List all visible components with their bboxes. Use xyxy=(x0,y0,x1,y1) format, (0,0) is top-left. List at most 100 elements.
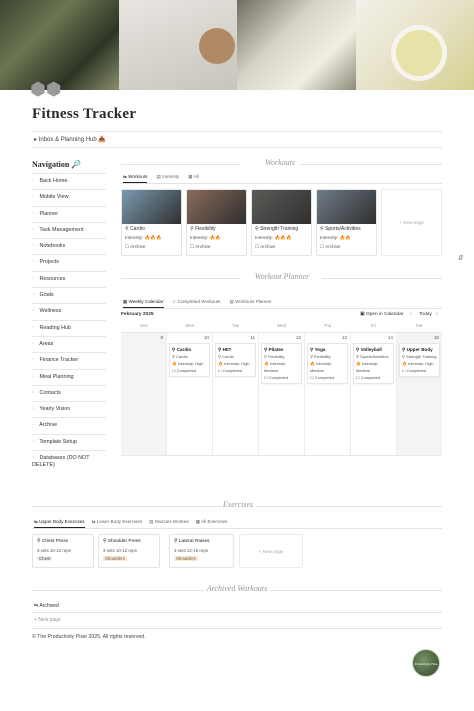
cover-image-desk xyxy=(118,0,237,90)
inbox-toggle[interactable]: ▸ Inbox & Planning Hub 📥 xyxy=(34,136,106,143)
workout-card-archive[interactable]: ☐ Archive xyxy=(190,244,243,250)
sidebar-item-finance-tracker[interactable]: ◦ Finance Tracker xyxy=(32,352,106,368)
sidebar-item-wellness[interactable]: ◦ Wellness xyxy=(32,303,106,319)
sidebar-item-label: Goals xyxy=(39,292,54,299)
event-status[interactable]: ☐ Completed xyxy=(218,367,253,374)
calendar-event[interactable]: ⚲ HIIT ⚲ Cardio 🔥 Intensity: High ☐ Complet… xyxy=(215,343,256,377)
new-exercise-button[interactable]: + New page xyxy=(239,534,303,568)
workout-card[interactable]: ⚲ Sports/Activities Intensity: 🔥🔥 ☐ Archiv… xyxy=(316,189,377,256)
exercise-card[interactable]: ⚲ Chest Press 3 sets 10-12 reps Chest xyxy=(32,534,94,568)
calendar-day[interactable]: 14 ⚲ Volleyball ⚲ Sports/Activities 🔥 Inten… xyxy=(351,333,397,455)
sidebar-item-planner[interactable]: ◦ Planner xyxy=(32,205,106,222)
event-name: ⚲ HIIT xyxy=(218,347,232,352)
sidebar-item-notebooks[interactable]: ◦ Notebooks xyxy=(32,238,106,254)
calendar-month: February 2025 xyxy=(121,312,154,317)
brand-badge[interactable]: Productivity Pixie xyxy=(412,649,440,677)
sidebar-item-contacts[interactable]: ◦ Contacts xyxy=(32,384,106,401)
box-icon: ◦ xyxy=(32,275,35,282)
archived-new-page-button[interactable]: + New page xyxy=(34,617,61,623)
sidebar-item-template-setup[interactable]: ◦ Template Setup xyxy=(32,433,106,450)
planner-heading: Workout Planner xyxy=(254,272,310,281)
calendar-event[interactable]: ⚲ Cardio ⚲ Cardio 🔥 Intensity: High ☐ Compl… xyxy=(169,343,210,377)
filter-icon[interactable]: ⇵ xyxy=(458,254,464,262)
sidebar-item-label: Yearly Vision xyxy=(39,406,71,413)
tab-intensity[interactable]: ▤ Intensity xyxy=(156,174,179,183)
event-status[interactable]: ☐ Completed xyxy=(402,367,437,374)
phone-icon: ◦ xyxy=(32,194,35,201)
divider xyxy=(121,278,241,279)
calendar-day[interactable]: 13 ⚲ Yoga ⚲ Flexibility 🔥 Intensity: Medium… xyxy=(305,333,351,455)
sidebar-item-reading-hub[interactable]: ◦ Reading Hub xyxy=(32,319,106,336)
tab-workouts[interactable]: ⇆ Workouts xyxy=(123,174,148,183)
calendar-event[interactable]: ⚲ Pilates ⚲ Flexibility 🔥 Intensity: Mediu… xyxy=(261,343,302,384)
open-in-calendar-button[interactable]: ▣ Open in Calendar xyxy=(360,312,403,317)
sidebar-item-projects[interactable]: ◦ Projects xyxy=(32,254,106,270)
workout-card-intensity: Intensity: 🔥🔥 xyxy=(190,235,222,240)
calendar-event[interactable]: ⚲ Volleyball ⚲ Sports/Activities 🔥 Intensi… xyxy=(353,343,394,384)
tab-workouts-planner[interactable]: ▤ Workouts Planner xyxy=(229,299,271,308)
footer-copyright: © The Productivity Pixie 2025. All right… xyxy=(32,634,146,640)
target-icon: ◦ xyxy=(32,292,35,299)
sidebar-item-databases-do-not-delete[interactable]: ◦ Databases (DO NOT DELETE) xyxy=(32,450,106,472)
tab-all-exercises[interactable]: ▦ All Exercises xyxy=(196,519,228,528)
sidebar-item-yearly-vision[interactable]: ◦ Yearly Vision xyxy=(32,401,106,417)
workout-card-archive[interactable]: ☐ Archive xyxy=(125,244,178,250)
event-status[interactable]: ☐ Completed xyxy=(310,374,345,381)
event-status[interactable]: ☐ Completed xyxy=(264,374,299,381)
divider xyxy=(32,147,442,148)
tab-completed-workouts[interactable]: ✓ Completed Workouts xyxy=(173,299,221,308)
new-workout-button[interactable]: + New page xyxy=(381,189,442,256)
event-status[interactable]: ☐ Completed xyxy=(356,374,391,381)
exercise-card[interactable]: ⚲ Lateral Raises 3 sets 12-15 reps Shoulde… xyxy=(169,534,234,568)
tab-weekly-calendar[interactable]: ▦ Weekly Calendar xyxy=(123,299,164,308)
event-status[interactable]: ☐ Completed xyxy=(172,367,207,374)
workout-card[interactable]: ⚲ Cardio Intensity: 🔥🔥🔥 ☐ Archive xyxy=(121,189,182,256)
sidebar-item-areas[interactable]: ◦ Areas xyxy=(32,335,106,352)
tab-lower-body[interactable]: ⇆ Lower Body Exercises xyxy=(92,519,143,528)
workout-card-name: ⚲ Sports/Activities xyxy=(320,226,361,232)
prev-week-icon[interactable]: ‹ xyxy=(410,312,412,317)
sidebar-item-resources[interactable]: ◦ Resources xyxy=(32,270,106,287)
sidebar-item-label: Task Management xyxy=(39,226,84,233)
today-button[interactable]: Today xyxy=(419,312,432,317)
workout-card[interactable]: ⚲ Strength Training Intensity: 🔥🔥🔥 ☐ Archi… xyxy=(251,189,312,256)
navigation-heading: Navigation 🔎 xyxy=(32,160,82,169)
tab-all[interactable]: ▦ All xyxy=(188,174,198,183)
sidebar-item-label: Wellness xyxy=(39,308,62,315)
exercise-sets: 3 sets 12-15 reps xyxy=(174,548,208,553)
contact-icon: ◦ xyxy=(32,389,35,396)
calendar-event[interactable]: ⚲ Upper Body ⚲ Strength Training 🔥 Intensi… xyxy=(399,343,440,377)
calendar-event[interactable]: ⚲ Yoga ⚲ Flexibility 🔥 Intensity: Medium ☐ … xyxy=(307,343,348,384)
workout-card-intensity: Intensity: 🔥🔥🔥 xyxy=(125,235,162,240)
sidebar-item-label: Back Home. xyxy=(39,178,69,184)
calendar-day[interactable]: 15 ⚲ Upper Body ⚲ Strength Training 🔥 Inten… xyxy=(397,333,442,455)
tab-muscles-worked[interactable]: ▤ Muscles Worked xyxy=(149,519,189,528)
calendar-day[interactable]: 11 ⚲ HIIT ⚲ Cardio 🔥 Intensity: High ☐ Compl… xyxy=(213,333,259,455)
sidebar-item-meal-planning[interactable]: ◦ Meal Planning xyxy=(32,368,106,385)
sidebar-item-mobile-view[interactable]: ◦ Mobile View xyxy=(32,189,106,205)
exercise-name: ⚲ Shoulder Press xyxy=(103,539,141,544)
exercise-name: ⚲ Lateral Raises xyxy=(174,539,210,544)
next-week-icon[interactable]: › xyxy=(436,312,438,317)
calendar-day-number: 13 xyxy=(341,335,347,340)
money-icon: ◦ xyxy=(32,357,35,364)
tab-upper-body[interactable]: ⇆ Upper Body Exercises xyxy=(34,519,85,528)
calendar-day[interactable]: 9 xyxy=(121,333,167,455)
sidebar-item-archive[interactable]: ◦ Archive xyxy=(32,417,106,433)
exercise-card[interactable]: ⚲ Shoulder Press 3 sets 10-12 reps Shoulde… xyxy=(98,534,160,568)
workout-card-image xyxy=(187,190,246,224)
sidebar-item-back-home[interactable]: ◦ Back Home. xyxy=(32,173,106,189)
calendar-day-number: 12 xyxy=(295,335,301,340)
event-name: ⚲ Volleyball xyxy=(356,347,382,352)
sidebar-item-task-management[interactable]: ◦ Task Management xyxy=(32,221,106,238)
calendar-day[interactable]: 10 ⚲ Cardio ⚲ Cardio 🔥 Intensity: High ☐ Com… xyxy=(167,333,213,455)
workout-card-archive[interactable]: ☐ Archive xyxy=(255,244,308,250)
archived-item[interactable]: ⇆ Archived xyxy=(34,603,59,609)
check-icon: ◦ xyxy=(32,226,35,233)
exercise-sets: 3 sets 10-12 reps xyxy=(37,548,71,553)
workout-card[interactable]: ⚲ Flexibility Intensity: 🔥🔥 ☐ Archive xyxy=(186,189,247,256)
calendar-day-number: 11 xyxy=(250,335,255,340)
workout-card-archive[interactable]: ☐ Archive xyxy=(320,244,373,250)
sidebar-item-goals[interactable]: ◦ Goals xyxy=(32,287,106,303)
calendar-day[interactable]: 12 ⚲ Pilates ⚲ Flexibility 🔥 Intensity: Med… xyxy=(259,333,305,455)
